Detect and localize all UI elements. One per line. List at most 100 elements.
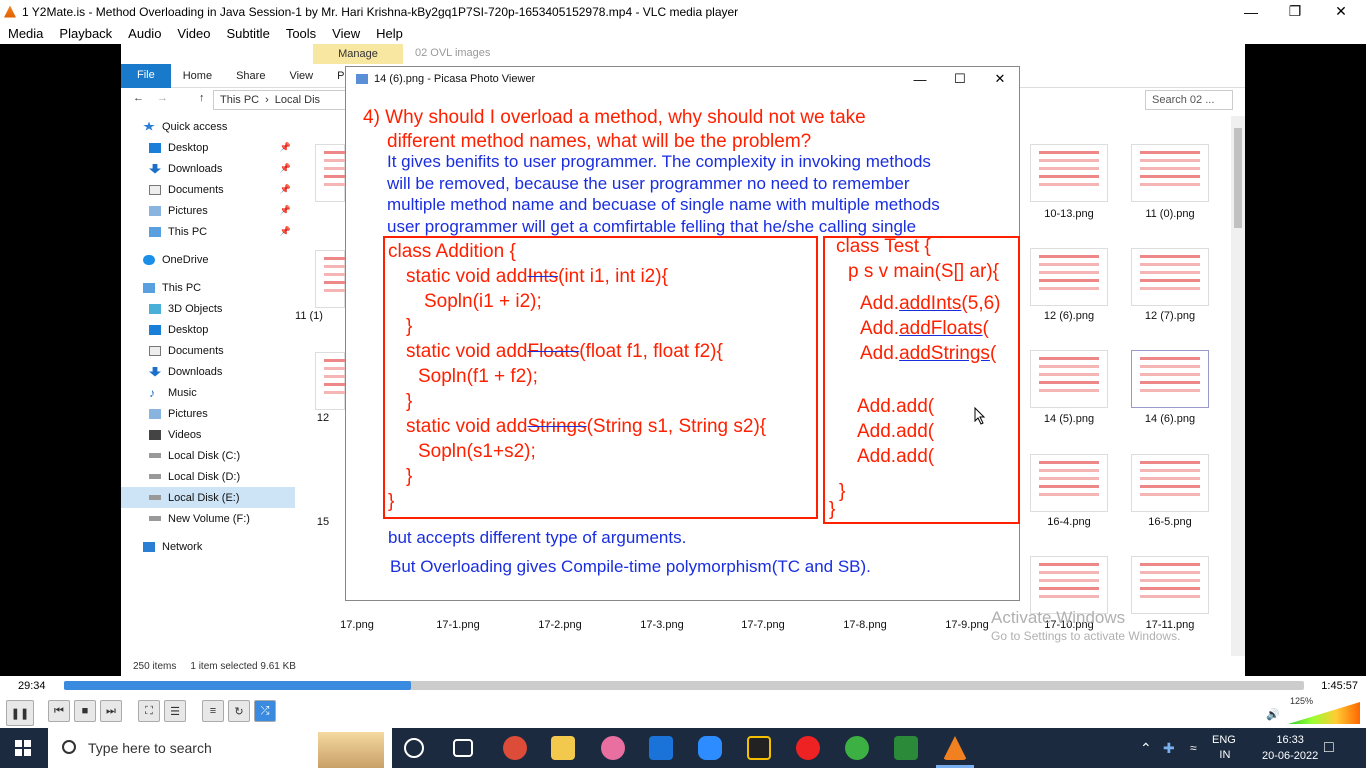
previous-button[interactable]: ⏮ [48,700,70,722]
next-button[interactable]: ⏭ [100,700,122,722]
windows-start-icon[interactable] [15,740,31,756]
nav-this-pc-quick[interactable]: This PC 📌 [121,221,295,242]
file-label: 14 (5).png [1043,413,1095,425]
file-tab[interactable]: File [121,64,171,88]
view-tab[interactable]: View [277,70,325,82]
stop-button[interactable]: ■ [74,700,96,722]
explorer-status-bar: 250 items 1 item selected 9.61 KB [121,656,1245,676]
picasa-close-button[interactable]: ✕ [980,67,1020,91]
speaker-icon[interactable]: 🔊 [1266,708,1280,721]
nav-quick-access[interactable]: Quick access [121,116,295,137]
file-label: 17-3.png [640,619,684,631]
record-icon[interactable] [796,736,820,760]
vertical-scrollbar[interactable] [1231,116,1245,656]
fullscreen-button[interactable]: ⛶ [138,700,160,722]
extended-settings-button[interactable]: ☰ [164,700,186,722]
nav-3d-objects[interactable]: 3D Objects [121,298,295,319]
nav-desktop[interactable]: Desktop 📌 [121,137,295,158]
wifi-icon[interactable]: ≈ [1190,728,1197,768]
up-arrow-icon[interactable]: ↑ [199,92,205,104]
nav-desktop-2[interactable]: Desktop [121,319,295,340]
menu-video[interactable]: Video [169,26,218,41]
close-button[interactable]: ✕ [1318,0,1364,23]
menu-help[interactable]: Help [368,26,411,41]
nav-local-disk-c[interactable]: Local Disk (C:) [121,445,295,466]
music-icon: ♪ [149,385,155,400]
menu-audio[interactable]: Audio [120,26,169,41]
shuffle-button[interactable]: ⤮ [254,700,276,722]
nav-pictures-2[interactable]: Pictures [121,403,295,424]
menu-tools[interactable]: Tools [278,26,324,41]
back-arrow-icon[interactable]: ← [133,92,144,104]
minimize-button[interactable]: — [1228,0,1274,23]
picasa-app-icon[interactable] [845,736,869,760]
nav-pictures[interactable]: Pictures 📌 [121,200,295,221]
picasa-minimize-button[interactable]: — [900,67,940,91]
home-tab[interactable]: Home [171,70,224,82]
language-indicator[interactable]: ENG IN [1212,728,1236,768]
file-thumbnail[interactable] [315,250,384,308]
file-thumbnail[interactable] [1131,248,1209,306]
manage-tab[interactable]: Manage [313,44,403,64]
nav-videos[interactable]: Videos [121,424,295,445]
notifications-icon[interactable]: □ [1324,728,1334,768]
nav-onedrive[interactable]: OneDrive [121,249,295,270]
store-icon[interactable] [649,736,673,760]
chart-app-icon[interactable] [894,736,918,760]
taskbar-clock[interactable]: 16:33 20-06-2022 [1262,732,1318,764]
nav-music[interactable]: ♪ Music [121,382,295,403]
file-thumbnail[interactable] [1030,144,1108,202]
scrollbar-thumb[interactable] [1234,128,1242,228]
cortana-icon[interactable] [404,738,424,758]
nav-documents-2[interactable]: Documents [121,340,295,361]
nav-documents[interactable]: Documents 📌 [121,179,295,200]
video-area[interactable]: Manage 02 OVL images File Home Share Vie… [0,44,1366,676]
seek-slider[interactable] [64,681,1304,690]
file-thumbnail[interactable] [1030,454,1108,512]
file-explorer-icon[interactable] [551,736,575,760]
forward-arrow-icon[interactable]: → [157,92,168,104]
zoom-icon[interactable] [698,736,722,760]
file-thumbnail[interactable] [1131,144,1209,202]
nav-downloads[interactable]: Downloads 📌 [121,158,295,179]
nav-new-volume-f[interactable]: New Volume (F:) [121,508,295,529]
taskbar-search-box[interactable]: Type here to search [48,728,392,768]
picasa-maximize-button[interactable]: ☐ [940,67,980,91]
volume-percent: 125% [1290,696,1314,706]
loop-button[interactable]: ↻ [228,700,250,722]
search-input[interactable]: Search 02 ... [1145,90,1233,110]
breadcrumb-local-disk[interactable]: Local Dis [275,94,320,106]
file-thumbnail[interactable] [1131,556,1209,614]
nav-local-disk-e[interactable]: Local Disk (E:) [121,487,295,508]
share-tab[interactable]: Share [224,70,277,82]
nav-network[interactable]: Network [121,536,295,557]
task-view-icon[interactable] [453,739,473,757]
nav-downloads-2[interactable]: Downloads [121,361,295,382]
menu-subtitle[interactable]: Subtitle [218,26,277,41]
sticky-app-icon[interactable] [747,736,771,760]
playlist-button[interactable]: ≡ [202,700,224,722]
file-thumbnail[interactable] [1030,350,1108,408]
file-thumbnail[interactable] [1030,556,1108,614]
menu-view[interactable]: View [324,26,368,41]
file-thumbnail[interactable] [1030,248,1108,306]
vlc-taskbar-icon[interactable] [943,736,967,760]
show-hidden-icons-icon[interactable]: ⌃ [1140,728,1152,768]
file-thumbnail[interactable] [315,352,384,410]
file-thumbnail-selected[interactable] [1131,350,1209,408]
menu-playback[interactable]: Playback [51,26,120,41]
nav-this-pc[interactable]: This PC [121,277,295,298]
drive-icon [149,495,161,500]
menu-media[interactable]: Media [0,26,51,41]
restore-button[interactable]: ❐ [1272,0,1318,23]
total-time: 1:45:57 [1321,680,1358,692]
nav-local-disk-d[interactable]: Local Disk (D:) [121,466,295,487]
pin-icon: 📌 [279,226,291,236]
snip-tool-icon[interactable] [601,736,625,760]
pause-button[interactable]: ❚❚ [6,700,34,726]
chrome-icon[interactable] [503,736,527,760]
file-thumbnail[interactable] [1131,454,1209,512]
plus-tray-icon[interactable]: ✚ [1163,728,1175,768]
breadcrumb-this-pc[interactable]: This PC [220,94,259,106]
file-thumbnail[interactable] [315,144,384,202]
